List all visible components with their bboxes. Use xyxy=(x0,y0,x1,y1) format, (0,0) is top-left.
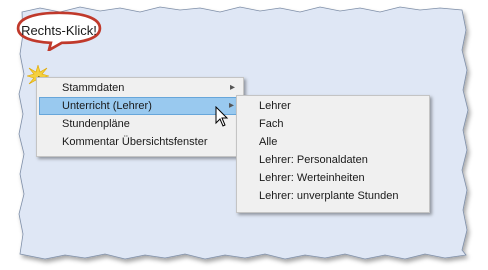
submenu-item-label: Lehrer: Personaldaten xyxy=(259,154,368,166)
menu-item-stundenplaene[interactable]: Stundenpläne xyxy=(37,115,243,133)
submenu-item-label: Lehrer: Werteinheiten xyxy=(259,172,365,184)
submenu-item-label: Fach xyxy=(259,118,284,130)
menu-item-label: Kommentar Übersichtsfenster xyxy=(62,136,208,148)
submenu-item-alle[interactable]: Alle xyxy=(237,133,429,151)
menu-item-label: Stundenpläne xyxy=(62,118,130,130)
submenu-item-label: Lehrer xyxy=(259,100,291,112)
submenu-item-werteinheiten[interactable]: Lehrer: Werteinheiten xyxy=(237,169,429,187)
menu-item-label: Unterricht (Lehrer) xyxy=(62,100,152,112)
submenu-item-lehrer[interactable]: Lehrer xyxy=(237,97,429,115)
submenu-item-unverplante-stunden[interactable]: Lehrer: unverplante Stunden xyxy=(237,187,429,205)
submenu-item-personaldaten[interactable]: Lehrer: Personaldaten xyxy=(237,151,429,169)
callout-text: Rechts-Klick! xyxy=(21,23,97,38)
submenu-arrow-icon: ▸ xyxy=(228,100,234,111)
context-menu: Stammdaten ▸ Unterricht (Lehrer) ▸ Stund… xyxy=(36,77,244,157)
submenu-unterricht: Lehrer Fach Alle Lehrer: Personaldaten L… xyxy=(236,95,430,213)
submenu-item-label: Lehrer: unverplante Stunden xyxy=(259,190,399,202)
menu-item-stammdaten[interactable]: Stammdaten ▸ xyxy=(37,79,243,97)
screenshot-stage: Rechts-Klick! Stammdaten ▸ Unterricht (L… xyxy=(0,0,488,270)
menu-item-label: Stammdaten xyxy=(62,82,125,94)
submenu-item-fach[interactable]: Fach xyxy=(237,115,429,133)
menu-item-kommentar[interactable]: Kommentar Übersichtsfenster xyxy=(37,133,243,151)
submenu-item-label: Alle xyxy=(259,136,278,148)
menu-item-unterricht-lehrer[interactable]: Unterricht (Lehrer) ▸ xyxy=(39,97,241,115)
submenu-arrow-icon: ▸ xyxy=(229,82,235,93)
mouse-pointer-icon xyxy=(215,106,229,127)
